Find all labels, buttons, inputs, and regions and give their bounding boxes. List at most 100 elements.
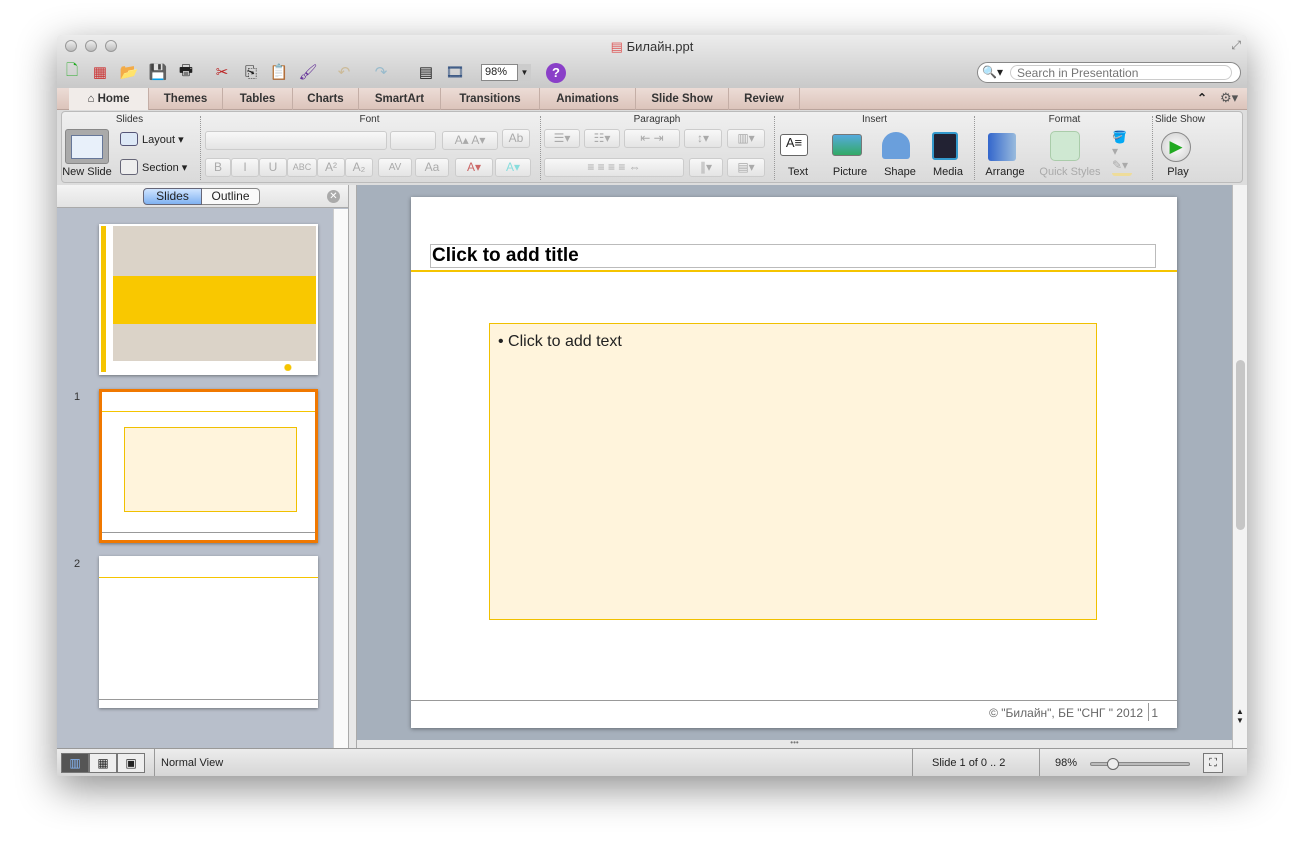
view-label: Normal View [161,757,224,769]
text-direction-button[interactable]: ∥▾ [689,158,723,177]
bold-button[interactable]: B [205,158,231,177]
align-text-button[interactable]: ▤▾ [727,158,765,177]
panel-header: Slides Outline ✕ [57,185,348,208]
font-grow-shrink[interactable]: A▴ A▾ [442,131,498,150]
gallery-icon[interactable]: ▦ [89,62,111,82]
cut-icon[interactable]: ✂ [211,62,233,82]
zoom-slider-knob[interactable] [1107,758,1119,770]
open-icon[interactable]: 📂 [118,62,140,82]
columns-button[interactable]: ▥▾ [727,129,765,148]
font-color-button[interactable]: A▾ [455,158,493,177]
save-icon[interactable]: 💾 [147,62,169,82]
font-size-combo[interactable] [390,131,436,150]
fill-color-icon[interactable]: 🪣▾ [1112,130,1132,158]
fullscreen-icon[interactable]: ⤢ [1231,38,1241,53]
copy-icon[interactable]: ⎘ [240,62,262,82]
insert-media-button[interactable]: Media [928,166,968,178]
shape-icon[interactable] [882,132,910,159]
footer-text: © "Билайн", БЕ "СНГ " 2012 [989,706,1143,720]
tab-themes[interactable]: Themes [149,88,223,110]
tab-smartart[interactable]: SmartArt [359,88,441,110]
media-browser-icon[interactable]: 🎞 [444,62,466,82]
window-title: ▤ Билайн.ppt [610,39,694,54]
slide-sorter-icon[interactable]: ▤ [415,62,437,82]
new-slide-icon[interactable] [65,129,109,164]
play-icon[interactable]: ▶ [1161,132,1191,162]
picture-icon[interactable] [832,134,862,156]
tab-review[interactable]: Review [729,88,800,110]
zoom-dropdown-arrow[interactable]: ▼ [517,64,531,81]
strikethrough-button[interactable]: ABC [287,158,317,177]
arrange-icon[interactable] [988,133,1016,161]
new-slide-button[interactable]: New Slide [62,166,112,178]
line-spacing-button[interactable]: ↕▾ [684,129,722,148]
underline-button[interactable]: U [259,158,287,177]
normal-view-button[interactable]: ▥ [61,753,89,773]
page-number: 1 [1151,706,1158,720]
insert-text-button[interactable]: Text [780,166,816,178]
superscript-button[interactable]: A² [317,158,345,177]
fit-window-icon[interactable]: ⛶ [1203,753,1223,773]
section-button[interactable]: Section ▾ [142,161,187,174]
panel-splitter[interactable] [348,185,357,748]
clear-formatting-button[interactable]: Ab [502,129,530,148]
group-label-font: Font [359,114,380,125]
change-case-button[interactable]: Aa [415,158,449,177]
ppt-file-icon: ▤ [610,39,623,54]
insert-picture-button[interactable]: Picture [828,166,872,178]
slide-show-view-button[interactable]: ▣ [117,753,145,773]
print-icon[interactable]: 🖶 [175,62,197,82]
tab-outline[interactable]: Outline [202,188,260,205]
slide-thumbnail-2[interactable] [99,556,318,708]
panel-scrollbar[interactable] [333,209,348,748]
line-color-icon[interactable]: ✎▾ [1112,158,1132,176]
powerpoint-window: ▤ Билайн.ppt ⤢ 🗋 ▦ 📂 💾 🖶 ✂ ⎘ 📋 🖌 ↶ ↷ ▤ 🎞… [57,35,1247,776]
font-name-combo[interactable] [205,131,387,150]
arrange-button[interactable]: Arrange [980,166,1030,178]
slide-sorter-view-button[interactable]: ▦ [89,753,117,773]
close-panel-icon[interactable]: ✕ [327,190,340,203]
layout-button[interactable]: Layout ▾ [142,133,184,146]
numbering-button[interactable]: ☷▾ [584,129,620,148]
notes-splitter[interactable]: ••• [357,739,1232,748]
new-icon[interactable]: 🗋 [61,62,83,82]
tab-home[interactable]: ⌂ Home [69,88,149,110]
tab-charts[interactable]: Charts [293,88,359,110]
alignment-buttons[interactable]: ≡ ≡ ≡ ≡ ⇔ [544,158,684,177]
gear-icon[interactable]: ⚙▾ [1220,90,1238,106]
title-placeholder[interactable]: Click to add title [430,244,1156,268]
tab-tables[interactable]: Tables [223,88,293,110]
media-icon[interactable] [932,132,958,160]
character-spacing-button[interactable]: AV [378,158,412,177]
zoom-slider[interactable] [1090,758,1190,770]
vertical-scrollbar[interactable]: ▲ ▼ [1232,185,1247,748]
tab-slide-show[interactable]: Slide Show [636,88,729,110]
play-button[interactable]: Play [1160,166,1196,178]
text-box-icon[interactable]: A≡ [780,134,808,156]
help-icon[interactable]: ? [546,63,566,83]
text-effects-button[interactable]: A▾ [495,158,531,177]
body-placeholder[interactable]: • Click to add text [489,323,1097,620]
slide-thumbnail-1[interactable] [99,389,318,543]
bullets-button[interactable]: ☰▾ [544,129,580,148]
format-painter-icon[interactable]: 🖌 [297,62,319,82]
tab-slides[interactable]: Slides [143,188,202,205]
tab-transitions[interactable]: Transitions [441,88,540,110]
collapse-ribbon-icon[interactable]: ⌃ [1197,91,1207,105]
tab-animations[interactable]: Animations [540,88,636,110]
italic-button[interactable]: I [231,158,259,177]
scroll-thumb[interactable] [1236,360,1245,530]
search-icon[interactable]: 🔍▾ [982,65,1003,79]
undo-icon[interactable]: ↶ [333,62,355,82]
quick-styles-button[interactable]: Quick Styles [1038,166,1102,178]
slide-thumbnail-title[interactable] [99,224,318,375]
paste-icon[interactable]: 📋 [268,62,290,82]
title-divider [411,270,1177,272]
subscript-button[interactable]: A₂ [345,158,373,177]
search-input[interactable] [1010,65,1232,80]
redo-icon[interactable]: ↷ [370,62,392,82]
quick-styles-icon[interactable] [1050,131,1080,161]
indent-buttons[interactable]: ⇤ ⇥ [624,129,680,148]
prev-next-slide-icon[interactable]: ▲ ▼ [1236,707,1244,725]
insert-shape-button[interactable]: Shape [880,166,920,178]
